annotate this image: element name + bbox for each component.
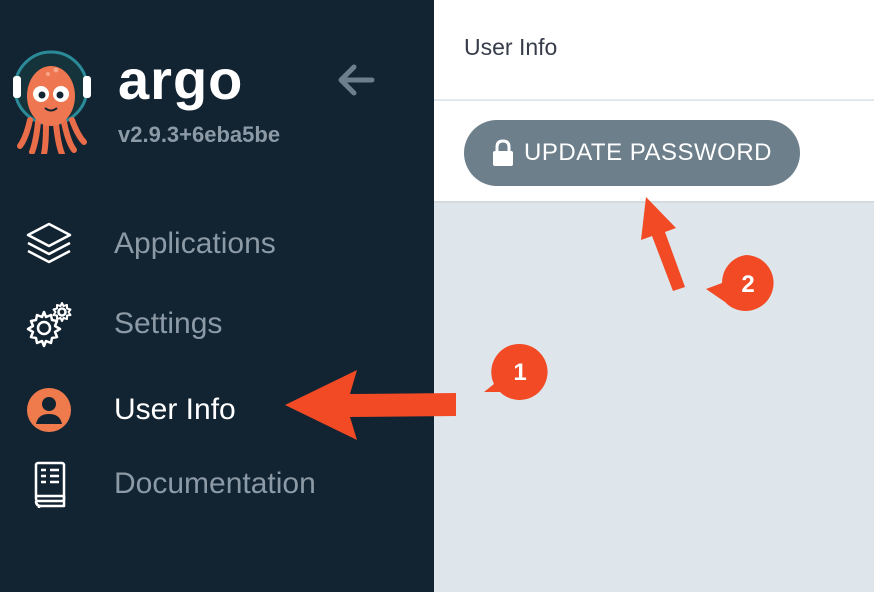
lock-icon — [493, 139, 514, 166]
sidebar-item-label: Settings — [114, 307, 223, 340]
toolbar: UPDATE PASSWORD — [434, 101, 874, 203]
sidebar-item-label: Applications — [114, 227, 276, 260]
book-icon — [34, 461, 66, 508]
sidebar-item-applications[interactable]: Applications — [0, 214, 434, 274]
page-header: User Info — [434, 0, 874, 100]
sidebar-item-settings[interactable]: Settings — [0, 294, 434, 354]
argo-octopus-logo — [13, 50, 91, 154]
update-password-button[interactable]: UPDATE PASSWORD — [464, 120, 800, 186]
version-label: v2.9.3+6eba5be — [118, 122, 281, 147]
gears-icon — [26, 302, 72, 348]
update-password-label: UPDATE PASSWORD — [524, 139, 772, 166]
user-circle-icon — [27, 388, 71, 432]
sidebar-item-label: User Info — [114, 393, 236, 426]
layers-icon — [26, 222, 72, 264]
sidebar-item-documentation[interactable]: Documentation — [0, 454, 434, 514]
sidebar-item-user-info[interactable]: User Info — [0, 380, 434, 440]
page-title: User Info — [464, 34, 558, 60]
sidebar: argo v2.9.3+6eba5be Applications Setting… — [0, 0, 434, 592]
collapse-arrow-icon[interactable] — [334, 58, 378, 102]
main-content: User Info UPDATE PASSWORD — [434, 0, 874, 592]
brand-name: argo — [118, 48, 244, 111]
sidebar-item-label: Documentation — [114, 467, 316, 500]
